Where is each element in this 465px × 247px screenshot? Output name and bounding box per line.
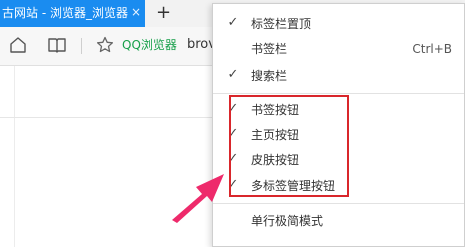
- menu-item-single-line-minimal-mode[interactable]: 单行极简模式: [213, 209, 464, 233]
- menu-item-label: 搜索栏: [251, 69, 288, 83]
- check-icon: ✓: [227, 67, 239, 82]
- tab-title: 古网站 - 浏览器_浏览器: [2, 6, 128, 20]
- arrow-icon: [172, 174, 224, 223]
- highlight-box: [229, 95, 349, 197]
- bookmark-qq-browser[interactable]: QQ浏览器: [122, 38, 177, 52]
- reading-mode-icon[interactable]: [47, 35, 67, 55]
- menu-separator: [213, 203, 464, 204]
- page-divider-horizontal: [0, 117, 212, 118]
- menu-item-label: 单行极简模式: [251, 214, 324, 228]
- star-icon[interactable]: [95, 35, 115, 55]
- page-divider-vertical: [14, 66, 15, 247]
- tab-close-icon[interactable]: ×: [131, 5, 141, 19]
- menu-item-shortcut: Ctrl+B: [412, 42, 452, 56]
- check-icon: ✓: [227, 15, 239, 30]
- new-tab-button[interactable]: +: [156, 3, 171, 23]
- home-icon[interactable]: [8, 35, 28, 55]
- menu-separator: [213, 93, 464, 94]
- check-icon: [226, 41, 240, 55]
- menu-item-label: 标签栏置顶: [251, 17, 312, 31]
- toolbar-separator: [81, 38, 82, 54]
- menu-item-tabbar-on-top[interactable]: ✓ 标签栏置顶: [213, 12, 464, 36]
- tab-active[interactable]: 古网站 - 浏览器_浏览器 ×: [0, 0, 145, 27]
- menu-item-label: 书签栏: [251, 42, 288, 56]
- menu-item-bookmark-bar[interactable]: 书签栏 Ctrl+B: [213, 37, 464, 61]
- menu-item-search-bar[interactable]: ✓ 搜索栏: [213, 64, 464, 88]
